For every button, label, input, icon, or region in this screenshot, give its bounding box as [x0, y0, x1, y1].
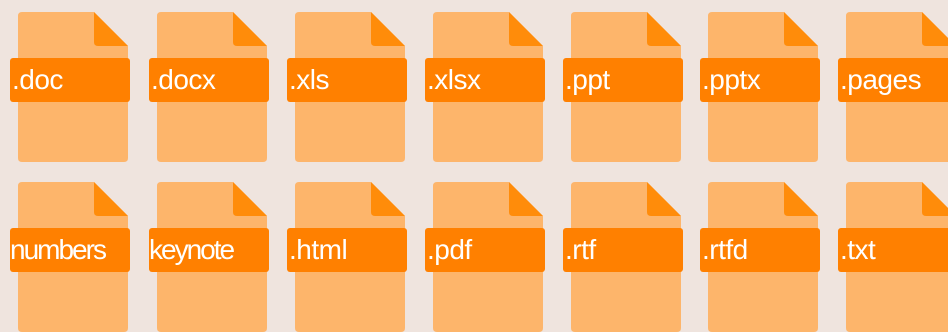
file-extension-label: .xlsx: [425, 58, 545, 102]
file-icon: .pdf: [425, 182, 545, 332]
file-icon: .pptx: [700, 12, 820, 162]
file-extension-label: .docx: [149, 58, 269, 102]
file-icon: .rtfd: [700, 182, 820, 332]
file-icon: .ppt: [563, 12, 683, 162]
file-corner-fold: [233, 182, 267, 216]
file-corner-fold: [94, 12, 128, 46]
file-icon: .xls: [287, 12, 407, 162]
file-extension-label: .doc: [10, 58, 130, 102]
file-corner-fold: [233, 12, 267, 46]
file-extension-label: .pptx: [700, 58, 820, 102]
file-corner-fold: [371, 182, 405, 216]
file-icon: .pages: [838, 12, 948, 162]
file-icon: .docx: [149, 12, 269, 162]
file-corner-fold: [371, 12, 405, 46]
file-icon: keynote: [149, 182, 269, 332]
file-extension-label: .rtf: [563, 228, 683, 272]
file-corner-fold: [509, 182, 543, 216]
file-corner-fold: [784, 12, 818, 46]
file-extension-label: .pdf: [425, 228, 545, 272]
file-icon: .txt: [838, 182, 948, 332]
file-icon: .xlsx: [425, 12, 545, 162]
file-corner-fold: [922, 12, 948, 46]
file-extension-label: .rtfd: [700, 228, 820, 272]
file-extension-label: .xls: [287, 58, 407, 102]
file-corner-fold: [647, 12, 681, 46]
file-extension-label: .html: [287, 228, 407, 272]
file-icon: .rtf: [563, 182, 683, 332]
file-extension-label: .ppt: [563, 58, 683, 102]
file-icon: .html: [287, 182, 407, 332]
file-extension-label: .txt: [838, 228, 948, 272]
file-corner-fold: [94, 182, 128, 216]
file-icon: numbers: [10, 182, 130, 332]
file-extension-label: numbers: [10, 228, 130, 272]
file-corner-fold: [784, 182, 818, 216]
file-extension-label: .pages: [838, 58, 948, 102]
file-icon: .doc: [10, 12, 130, 162]
file-corner-fold: [922, 182, 948, 216]
file-corner-fold: [647, 182, 681, 216]
file-extension-label: keynote: [149, 228, 269, 272]
file-extension-grid: .doc .docx .xls .xlsx .ppt .pptx .pages numbers…: [0, 0, 948, 332]
file-corner-fold: [509, 12, 543, 46]
